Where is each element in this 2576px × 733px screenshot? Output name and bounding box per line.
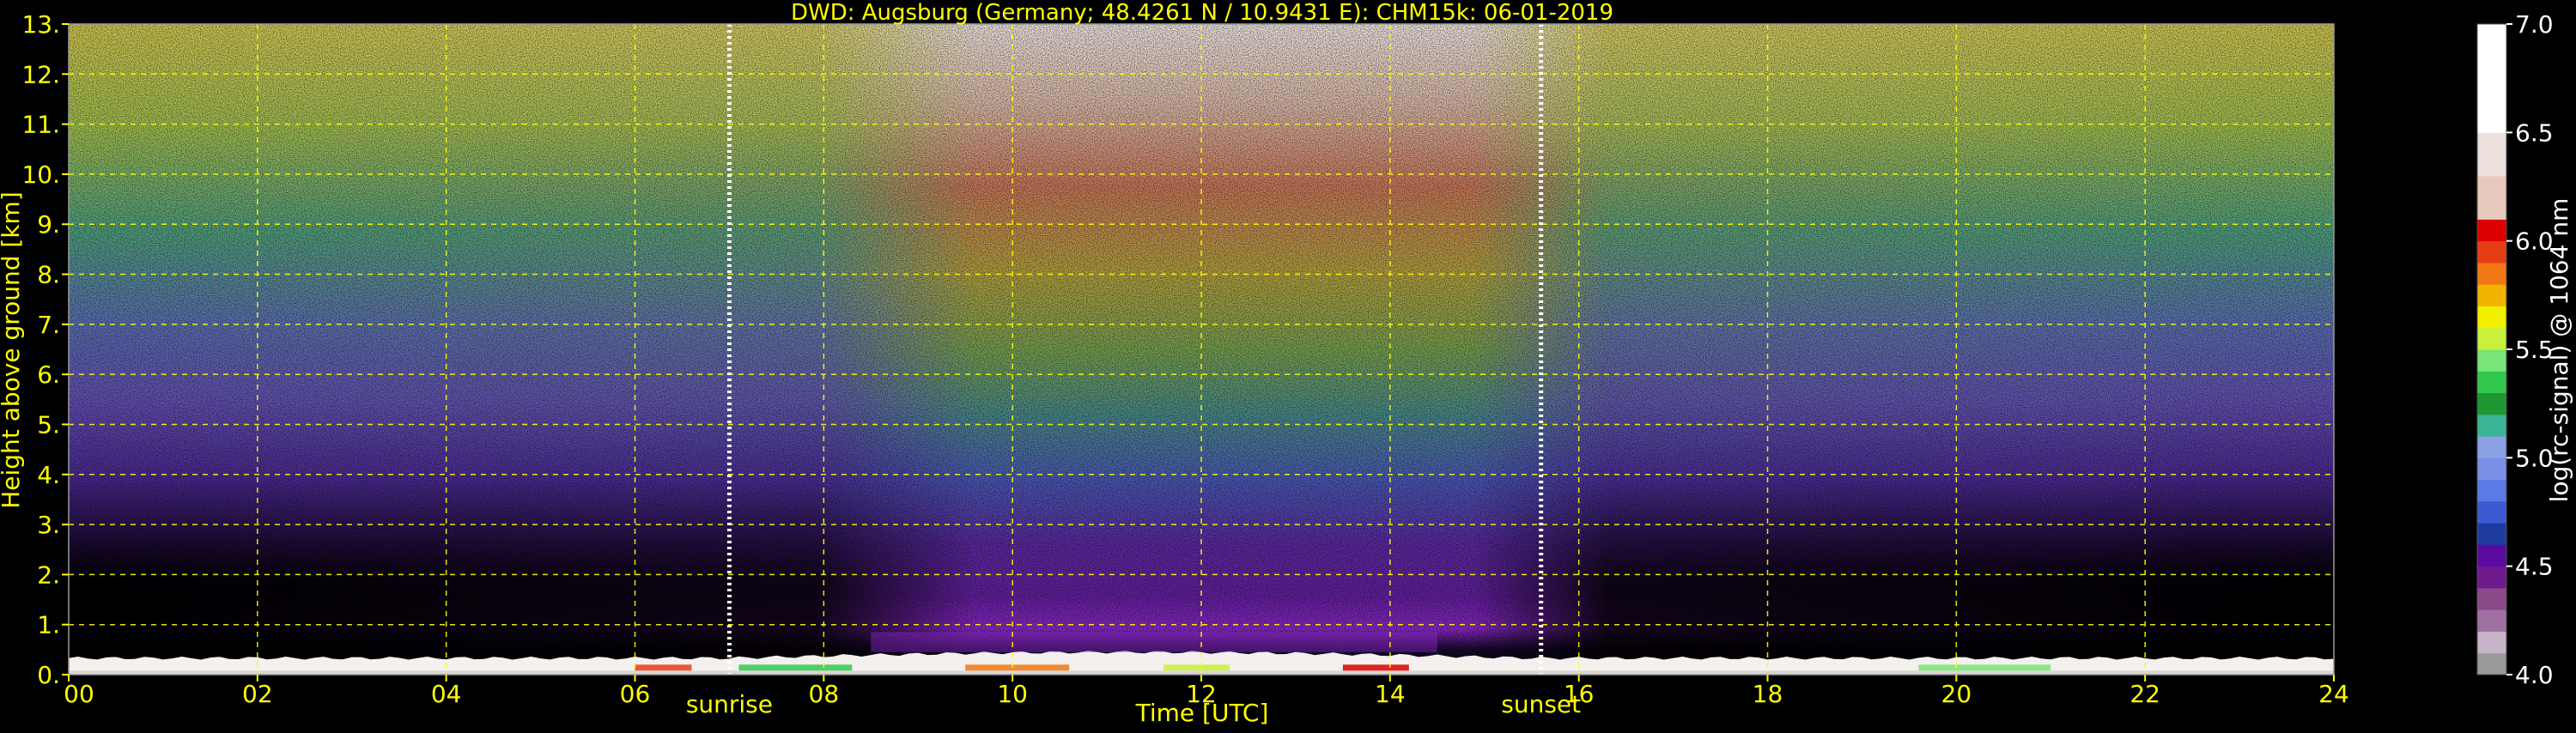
colorbar-level-17 [2477, 284, 2506, 306]
x-tick-label-7: 14 [1375, 680, 1406, 708]
colorbar-level-20 [2477, 219, 2506, 242]
x-tick-label-5: 10 [997, 680, 1028, 708]
colorbar-label: log(rc-signal) @ 1064 nm [2545, 198, 2573, 503]
y-tick-label-6: 6. [37, 360, 60, 389]
colorbar-level-3 [2477, 587, 2506, 610]
colorbar-level-16 [2477, 306, 2506, 329]
x-tick-label-0: 00 [64, 680, 94, 708]
annotation-sunset: sunset [1501, 690, 1581, 718]
x-tick-label-4: 08 [809, 680, 840, 708]
ceilometer-figure: 00 02 04 06 08 10 12 14 16 18 20 22 24 0. 1. 2. 3. 4. 5. 6.… [0, 0, 2576, 730]
colorbar-level-15 [2477, 327, 2506, 350]
aerosol-patch-5 [1342, 664, 1409, 671]
aerosol-patch-2 [1163, 664, 1230, 671]
colorbar-level-11 [2477, 414, 2506, 437]
y-tick-label-5: 5. [37, 410, 60, 439]
x-tick-label-10: 20 [1941, 680, 1972, 708]
x-tick-label-1: 02 [242, 680, 273, 708]
y-tick-label-10: 10. [21, 161, 60, 189]
y-tick-label-8: 8. [37, 261, 60, 289]
colorbar-level-5 [2477, 544, 2506, 567]
colorbar-tick-label-5: 6.5 [2515, 118, 2554, 147]
x-tick-label-11: 22 [2129, 680, 2160, 708]
colorbar-level-10 [2477, 436, 2506, 458]
x-tick-label-3: 06 [620, 680, 651, 708]
aerosol-patch-3 [1918, 664, 2051, 671]
colorbar-level-2 [2477, 609, 2506, 632]
y-tick-label-4: 4. [37, 461, 60, 489]
x-tick-label-2: 04 [431, 680, 462, 708]
backscatter-chart: 00 02 04 06 08 10 12 14 16 18 20 22 240.1.2.3.4.5.6.… [0, 0, 2573, 727]
y-tick-label-13: 13. [21, 10, 60, 39]
y-tick-label-7: 7. [37, 311, 60, 339]
colorbar-level-19 [2477, 240, 2506, 264]
x-tick-label-9: 18 [1753, 680, 1783, 708]
colorbar-level-12 [2477, 392, 2506, 415]
colorbar-level-22 [2477, 132, 2506, 177]
colorbar-level-13 [2477, 371, 2506, 394]
y-tick-label-3: 3. [37, 511, 60, 539]
annotation-sunrise: sunrise [686, 690, 773, 718]
y-tick-label-12: 12. [21, 60, 60, 88]
colorbar-level-6 [2477, 523, 2506, 545]
y-tick-label-1: 1. [37, 611, 60, 639]
colorbar-level-4 [2477, 566, 2506, 589]
y-tick-label-2: 2. [37, 560, 60, 589]
y-tick-label-9: 9. [37, 210, 60, 239]
colorbar-level-9 [2477, 457, 2506, 481]
y-axis-label: Height above ground [km] [0, 191, 25, 509]
colorbar-level-1 [2477, 631, 2506, 654]
colorbar-level-23 [2477, 24, 2506, 133]
x-tick-label-12: 24 [2318, 680, 2349, 708]
colorbar-level-8 [2477, 479, 2506, 502]
aerosol-patch-4 [635, 664, 692, 671]
colorbar-level-0 [2477, 652, 2506, 675]
y-tick-label-11: 11. [21, 111, 60, 139]
colorbar-level-21 [2477, 175, 2506, 220]
y-tick-label-0: 0. [37, 661, 60, 689]
chart-title: DWD: Augsburg (Germany; 48.4261 N / 10.9… [791, 0, 1613, 26]
colorbar-tick-label-0: 4.0 [2515, 661, 2554, 689]
colorbar-level-14 [2477, 349, 2506, 372]
colorbar-level-18 [2477, 262, 2506, 285]
colorbar-level-7 [2477, 500, 2506, 524]
colorbar-tick-label-1: 4.5 [2515, 553, 2554, 581]
x-axis-label: Time [UTC] [1135, 699, 1269, 727]
daytime-aerosol-layer [871, 632, 1437, 652]
aerosol-patch-1 [965, 664, 1070, 671]
colorbar-tick-label-6: 7.0 [2515, 10, 2554, 39]
aerosol-patch-0 [738, 664, 853, 671]
colorbar: 4.04.55.05.56.06.57.0 [2476, 10, 2554, 689]
